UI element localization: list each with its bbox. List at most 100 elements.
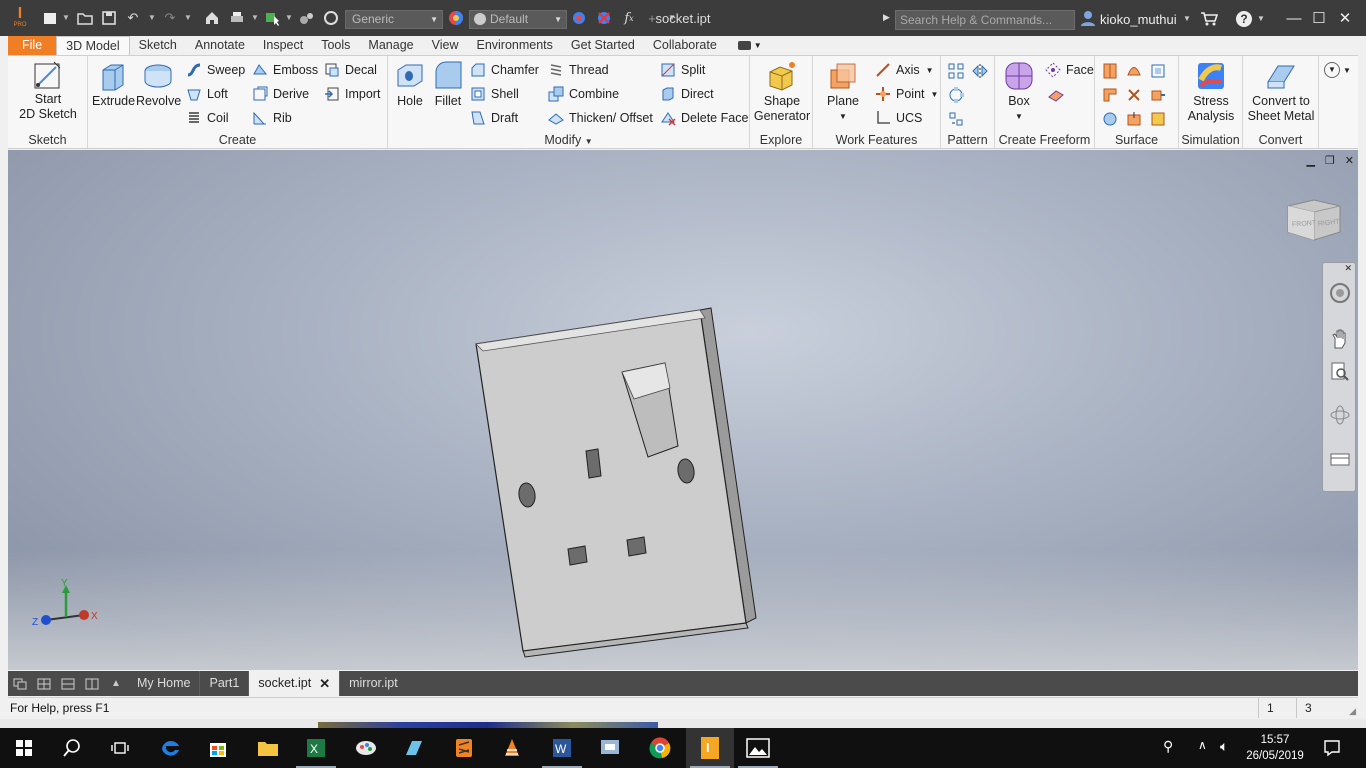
- stress-analysis-button[interactable]: Stress Analysis: [1181, 60, 1241, 124]
- loft-button[interactable]: Loft: [186, 84, 228, 104]
- minimize-button[interactable]: —: [1283, 8, 1305, 30]
- pan-icon[interactable]: [1328, 327, 1352, 351]
- notifications-icon[interactable]: [1323, 739, 1341, 760]
- viewport-restore-icon[interactable]: ❐: [1325, 154, 1335, 167]
- save-icon[interactable]: [101, 8, 117, 28]
- task-view-icon[interactable]: [96, 728, 144, 768]
- help-icon[interactable]: ?: [1236, 11, 1252, 27]
- tile-windows-icon[interactable]: [32, 671, 56, 696]
- tile-vertical-icon[interactable]: [80, 671, 104, 696]
- app-logo[interactable]: I PRO: [10, 6, 30, 32]
- user-icon[interactable]: [1081, 10, 1095, 29]
- draft-button[interactable]: Draft: [470, 108, 518, 128]
- zoom-icon[interactable]: [1328, 360, 1352, 384]
- redo-dropdown-icon[interactable]: ▼: [184, 8, 192, 28]
- emboss-button[interactable]: Emboss: [252, 60, 318, 80]
- tab-get-started[interactable]: Get Started: [562, 36, 644, 55]
- paint-icon[interactable]: [342, 728, 390, 768]
- axis-button[interactable]: Axis ▼: [875, 60, 934, 80]
- replace-face-icon[interactable]: [1123, 108, 1145, 130]
- tab-environments[interactable]: Environments: [467, 36, 561, 55]
- sublime-icon[interactable]: [440, 728, 488, 768]
- customize-dropdown-icon[interactable]: ▼: [668, 8, 676, 28]
- circular-pattern-icon[interactable]: [945, 84, 967, 106]
- rectangular-pattern-icon[interactable]: [945, 60, 967, 82]
- people-icon[interactable]: ⚲: [1163, 738, 1173, 755]
- chrome-icon[interactable]: [636, 728, 684, 768]
- group-label-modify[interactable]: Modify ▼: [388, 133, 749, 147]
- volume-icon[interactable]: 🔈︎: [1220, 738, 1228, 755]
- doc-tab-my-home[interactable]: My Home: [128, 671, 201, 696]
- user-dropdown-icon[interactable]: ▼: [1183, 14, 1191, 23]
- search-input[interactable]: Search Help & Commands...: [895, 10, 1075, 30]
- plus-icon[interactable]: +: [644, 8, 660, 28]
- cart-icon[interactable]: [1200, 11, 1219, 30]
- photos-icon[interactable]: [734, 728, 782, 768]
- sculpt-icon[interactable]: [1123, 60, 1145, 82]
- freeform-convert-icon[interactable]: [1045, 84, 1067, 106]
- tab-file[interactable]: File: [8, 36, 57, 55]
- chamfer-button[interactable]: Chamfer: [470, 60, 539, 80]
- graphics-viewport[interactable]: ▁ ❐ ✕ FRONT RIGHT ✕ X Y Z: [8, 150, 1358, 670]
- shell-button[interactable]: Shell: [470, 84, 519, 104]
- cascade-windows-icon[interactable]: [8, 671, 32, 696]
- box-button[interactable]: Box ▼: [999, 60, 1039, 124]
- new-dropdown-icon[interactable]: ▼: [62, 8, 70, 28]
- search-expand-icon[interactable]: ▶: [883, 12, 890, 23]
- import-button[interactable]: Import: [324, 84, 380, 104]
- start-button[interactable]: [0, 728, 48, 768]
- control-panel-icon[interactable]: [586, 728, 634, 768]
- doc-tab-mirror[interactable]: mirror.ipt: [340, 671, 407, 696]
- vlc-icon[interactable]: [488, 728, 536, 768]
- tab-view[interactable]: View: [423, 36, 468, 55]
- socket-model[interactable]: [460, 300, 770, 660]
- appearance-combo[interactable]: Default ▼: [469, 10, 567, 29]
- start-2d-sketch-button[interactable]: Start 2D Sketch: [18, 60, 78, 122]
- combine-button[interactable]: Combine: [548, 84, 619, 104]
- clear-appearance-icon[interactable]: [595, 8, 613, 28]
- tab-inspect[interactable]: Inspect: [254, 36, 312, 55]
- viewport-minimize-icon[interactable]: ▁: [1306, 154, 1314, 167]
- store-icon[interactable]: [194, 728, 242, 768]
- extrude-button[interactable]: Extrude: [92, 60, 135, 109]
- plane-button[interactable]: Plane ▼: [821, 60, 865, 124]
- tab-sketch[interactable]: Sketch: [130, 36, 186, 55]
- ribbon-options-icon[interactable]: ▼ ▼: [1324, 62, 1351, 78]
- mirror-icon[interactable]: [969, 60, 991, 82]
- tab-collaborate[interactable]: Collaborate: [644, 36, 726, 55]
- steering-wheel-icon[interactable]: [1328, 281, 1352, 305]
- material-icon[interactable]: [322, 8, 340, 28]
- tray-expand-icon[interactable]: ∧: [1198, 738, 1207, 752]
- orbit-icon[interactable]: [1328, 403, 1352, 427]
- extend-icon[interactable]: [1147, 84, 1169, 106]
- face-button[interactable]: Face: [1045, 60, 1094, 80]
- split-button[interactable]: Split: [660, 60, 705, 80]
- close-button[interactable]: ✕: [1334, 8, 1356, 30]
- excel-icon[interactable]: X: [292, 728, 340, 768]
- undo-icon[interactable]: ↶: [125, 8, 141, 28]
- inventor-icon[interactable]: I: [686, 728, 734, 768]
- viewport-close-icon[interactable]: ✕: [1345, 154, 1354, 167]
- derive-button[interactable]: Derive: [252, 84, 309, 104]
- patch-icon[interactable]: [1147, 60, 1169, 82]
- trim-icon[interactable]: [1123, 84, 1145, 106]
- print-dropdown-icon[interactable]: ▼: [251, 8, 259, 28]
- sweep-button[interactable]: Sweep: [186, 60, 245, 80]
- delete-face-button[interactable]: Delete Face: [660, 108, 748, 128]
- ucs-button[interactable]: UCS: [875, 108, 922, 128]
- update-icon[interactable]: [298, 8, 316, 28]
- file-explorer-icon[interactable]: [244, 728, 292, 768]
- doc-tab-socket[interactable]: socket.ipt ✕: [249, 671, 341, 696]
- convert-to-sheet-metal-button[interactable]: Convert to Sheet Metal: [1245, 60, 1317, 124]
- revolve-button[interactable]: Revolve: [136, 60, 181, 109]
- coil-button[interactable]: Coil: [186, 108, 229, 128]
- tab-tools[interactable]: Tools: [312, 36, 359, 55]
- taskbar-clock[interactable]: 15:57 26/05/2019: [1240, 732, 1310, 764]
- thread-button[interactable]: Thread: [548, 60, 609, 80]
- sketch-pattern-icon[interactable]: [945, 108, 967, 130]
- tab-list-icon[interactable]: ▲: [104, 671, 128, 696]
- decal-button[interactable]: Decal: [324, 60, 377, 80]
- hole-button[interactable]: Hole: [392, 60, 428, 109]
- ruled-surface-icon[interactable]: [1099, 84, 1121, 106]
- tile-horizontal-icon[interactable]: [56, 671, 80, 696]
